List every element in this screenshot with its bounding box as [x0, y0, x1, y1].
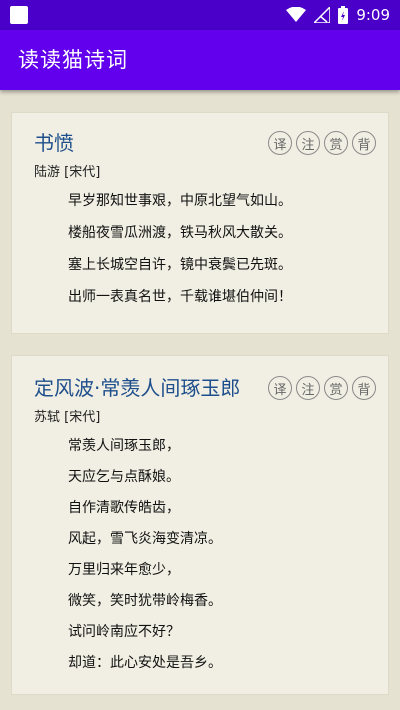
appreciate-button[interactable]: 赏	[324, 131, 348, 155]
translate-button[interactable]: 译	[268, 376, 292, 400]
poem-line: 试问岭南应不好？	[68, 624, 180, 640]
poem-line: 自作清歌传皓齿，	[68, 500, 180, 516]
signal-icon	[314, 7, 331, 23]
poem-line: 常羡人间琢玉郎，	[68, 438, 180, 454]
recite-button[interactable]: 背	[352, 131, 376, 155]
app-title: 读读猫诗词	[18, 48, 128, 72]
poem-line: 塞上长城空自许，镜中衰鬓已先斑。	[68, 257, 292, 273]
poem-lines: 常羡人间琢玉郎， 天应乞与点酥娘。 自作清歌传皓齿， 风起，雪飞炎海变清凉。 万…	[68, 436, 222, 684]
annotate-button[interactable]: 注	[296, 131, 320, 155]
poem-line: 早岁那知世事艰，中原北望气如山。	[68, 193, 292, 209]
poem-title[interactable]: 定风波·常羡人间琢玉郎	[34, 372, 240, 401]
poem-actions: 译 注 赏 背	[268, 376, 376, 400]
poem-line: 天应乞与点酥娘。	[68, 469, 180, 485]
battery-charging-icon	[338, 6, 349, 24]
poem-line: 却道：此心安处是吾乡。	[68, 655, 222, 671]
poem-card[interactable]: 书愤 陆游 [宋代] 译 注 赏 背 早岁那知世事艰，中原北望气如山。 楼船夜雪…	[11, 112, 389, 334]
appreciate-button[interactable]: 赏	[324, 376, 348, 400]
status-icons: 9:09	[286, 0, 390, 30]
poem-list[interactable]: 书愤 陆游 [宋代] 译 注 赏 背 早岁那知世事艰，中原北望气如山。 楼船夜雪…	[0, 90, 400, 710]
status-time: 9:09	[356, 6, 390, 24]
notification-icon	[10, 6, 28, 24]
poem-author: 陆游 [宋代]	[34, 165, 101, 180]
poem-title[interactable]: 书愤	[34, 127, 74, 156]
poem-actions: 译 注 赏 背	[268, 131, 376, 155]
wifi-icon	[286, 7, 307, 22]
poem-card[interactable]: 定风波·常羡人间琢玉郎 苏轼 [宋代] 译 注 赏 背 常羡人间琢玉郎， 天应乞…	[11, 355, 389, 695]
translate-button[interactable]: 译	[268, 131, 292, 155]
poem-line: 出师一表真名世，千载谁堪伯仲间！	[68, 289, 292, 305]
app-bar: 读读猫诗词	[0, 30, 400, 90]
poem-line: 微笑，笑时犹带岭梅香。	[68, 593, 222, 609]
poem-line: 万里归来年愈少，	[68, 562, 180, 578]
recite-button[interactable]: 背	[352, 376, 376, 400]
poem-lines: 早岁那知世事艰，中原北望气如山。 楼船夜雪瓜洲渡，铁马秋风大散关。 塞上长城空自…	[68, 191, 292, 319]
poem-line: 楼船夜雪瓜洲渡，铁马秋风大散关。	[68, 225, 292, 241]
annotate-button[interactable]: 注	[296, 376, 320, 400]
poem-author: 苏轼 [宋代]	[34, 410, 101, 425]
poem-line: 风起，雪飞炎海变清凉。	[68, 531, 222, 547]
status-bar: 9:09	[0, 0, 400, 30]
